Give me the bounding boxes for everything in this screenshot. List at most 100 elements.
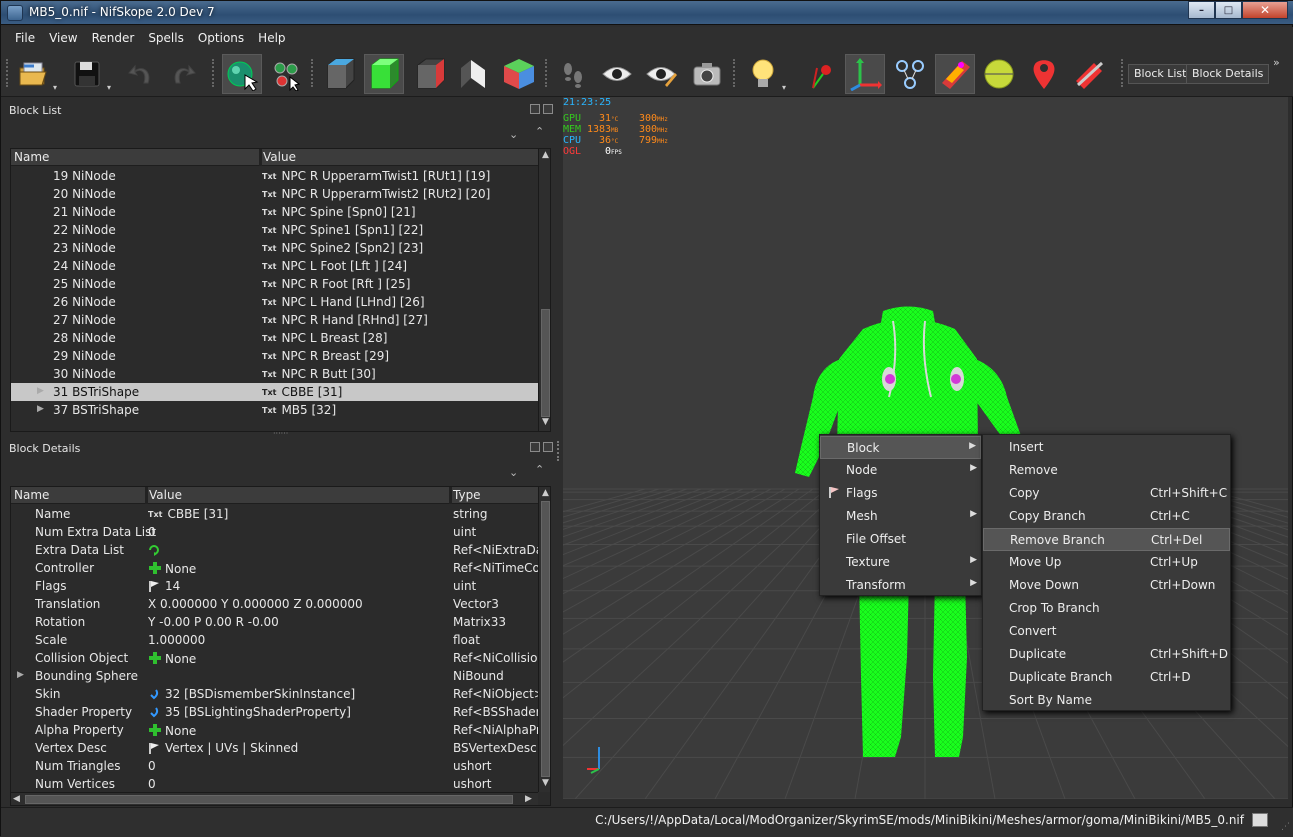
column-value[interactable]: Value: [260, 150, 296, 164]
minimize-button[interactable]: –: [1188, 1, 1215, 19]
menu-help[interactable]: Help: [251, 27, 292, 49]
menu-render[interactable]: Render: [85, 27, 142, 49]
menu-item-flags[interactable]: Flags: [820, 482, 981, 505]
cube-green-icon[interactable]: [364, 54, 404, 94]
footprints-icon[interactable]: [553, 54, 593, 94]
camera-icon[interactable]: [687, 54, 727, 94]
detail-row[interactable]: ▶ Bounding Sphere NiBound: [11, 667, 538, 685]
block-list-row[interactable]: 26 NiNode Txt NPC L Hand [LHnd] [26]: [11, 293, 538, 311]
scroll-down-icon[interactable]: ▼: [540, 778, 550, 788]
menu-item-duplicate-branch[interactable]: Duplicate Branch Ctrl+D: [983, 666, 1230, 689]
menu-item-block[interactable]: Block ▶: [820, 436, 981, 459]
field-value[interactable]: [148, 543, 165, 557]
menu-view[interactable]: View: [42, 27, 84, 49]
cube-red-icon[interactable]: [410, 54, 450, 94]
collapse-up-icon[interactable]: ⌃: [535, 125, 544, 138]
block-list-row[interactable]: 22 NiNode Txt NPC Spine1 [Spn1] [22]: [11, 221, 538, 239]
vertex-color-icon[interactable]: [935, 54, 975, 94]
menu-item-node[interactable]: Node ▶: [820, 459, 981, 482]
field-value[interactable]: 35 [BSLightingShaderProperty]: [148, 705, 351, 719]
scroll-down-icon[interactable]: ▼: [540, 417, 550, 427]
menu-item-crop-to-branch[interactable]: Crop To Branch: [983, 597, 1230, 620]
node-graph-icon[interactable]: [890, 54, 930, 94]
splitter-handle[interactable]: [557, 441, 559, 461]
detail-row[interactable]: Num Extra Data List 0 uint: [11, 523, 538, 541]
scroll-thumb[interactable]: [541, 501, 550, 777]
detail-row[interactable]: Name Txt CBBE [31] string: [11, 505, 538, 523]
menu-item-convert[interactable]: Convert: [983, 620, 1230, 643]
menu-item-file-offset[interactable]: File Offset: [820, 528, 981, 551]
menu-file[interactable]: File: [1, 27, 42, 49]
menu-item-insert[interactable]: Insert: [983, 436, 1230, 459]
field-value[interactable]: 0: [148, 759, 156, 773]
menu-spells[interactable]: Spells: [141, 27, 191, 49]
menu-item-transform[interactable]: Transform ▶: [820, 574, 981, 597]
menu-item-mesh[interactable]: Mesh ▶: [820, 505, 981, 528]
light-dropdown-icon[interactable]: ▾: [782, 83, 786, 92]
maximize-button[interactable]: □: [1215, 1, 1242, 19]
collapse-up-icon[interactable]: ⌃: [535, 463, 544, 476]
wedge-icon[interactable]: [453, 54, 493, 94]
expand-arrow-icon[interactable]: ▶: [37, 386, 44, 396]
detail-row[interactable]: Skin 32 [BSDismemberSkinInstance] Ref<NiOb…: [11, 685, 544, 703]
block-list-row[interactable]: 19 NiNode Txt NPC R UpperarmTwist1 [RUt1] …: [11, 167, 538, 185]
block-list-row[interactable]: 23 NiNode Txt NPC Spine2 [Spn2] [23]: [11, 239, 538, 257]
menu-item-remove[interactable]: Remove: [983, 459, 1230, 482]
menu-item-duplicate[interactable]: Duplicate Ctrl+Shift+D: [983, 643, 1230, 666]
menu-item-move-down[interactable]: Move Down Ctrl+Down: [983, 574, 1230, 597]
block-list-row[interactable]: 20 NiNode Txt NPC R UpperarmTwist2 [RUt2] …: [11, 185, 538, 203]
block-list-row[interactable]: 29 NiNode Txt NPC R Breast [29]: [11, 347, 538, 365]
hscroll-thumb[interactable]: [25, 795, 513, 804]
scroll-left-icon[interactable]: ◀: [13, 794, 20, 804]
menu-item-remove-branch[interactable]: Remove Branch Ctrl+Del: [983, 528, 1230, 551]
open-dropdown-icon[interactable]: ▾: [53, 83, 57, 92]
sky-dome-icon[interactable]: [979, 54, 1019, 94]
detail-row[interactable]: Alpha Property None Ref<NiAlphaPr...: [11, 721, 550, 739]
select-object-icon[interactable]: [222, 54, 262, 94]
block-list-row[interactable]: 24 NiNode Txt NPC L Foot [Lft ] [24]: [11, 257, 538, 275]
menu-item-copy-branch[interactable]: Copy Branch Ctrl+C: [983, 505, 1230, 528]
detail-row[interactable]: Num Vertices 0 ushort: [11, 775, 538, 793]
collapse-down-icon[interactable]: ⌄: [509, 466, 518, 479]
eye-pencil-icon[interactable]: [641, 54, 681, 94]
menu-item-sort-by-name[interactable]: Sort By Name: [983, 689, 1230, 712]
transform-axes-icon[interactable]: [845, 54, 885, 94]
cube-blue-icon[interactable]: [320, 54, 360, 94]
detail-row[interactable]: Extra Data List Ref<NiExtraData: [11, 541, 550, 559]
detail-row[interactable]: Collision Object None Ref<NiCollision: [11, 649, 545, 667]
block-list-row[interactable]: 27 NiNode Txt NPC R Hand [RHnd] [27]: [11, 311, 538, 329]
eye-icon[interactable]: [597, 54, 637, 94]
detail-row[interactable]: Flags 14 uint: [11, 577, 538, 595]
pin-axis-icon[interactable]: [803, 54, 843, 94]
float-panel-icon[interactable]: [530, 104, 540, 114]
detail-row[interactable]: Shader Property 35 [BSLightingShaderPrope…: [11, 703, 550, 721]
menu-item-texture[interactable]: Texture ▶: [820, 551, 981, 574]
field-value[interactable]: None: [148, 723, 196, 738]
scroll-right-icon[interactable]: ▶: [525, 794, 532, 804]
block-list-row[interactable]: 28 NiNode Txt NPC L Breast [28]: [11, 329, 538, 347]
block-list-row[interactable]: 21 NiNode Txt NPC Spine [Spn0] [21]: [11, 203, 538, 221]
location-pin-icon[interactable]: [1024, 54, 1064, 94]
block-details-scrollbar[interactable]: ▲ ▼: [538, 487, 550, 792]
save-dropdown-icon[interactable]: ▾: [107, 83, 111, 92]
detail-row[interactable]: Rotation Y -0.00 P 0.00 R -0.00 Matrix33: [11, 613, 538, 631]
block-list-row[interactable]: ▶ 37 BSTriShape Txt MB5 [32]: [11, 401, 538, 419]
light-bulb-icon[interactable]: [743, 54, 783, 94]
column-name[interactable]: Name: [11, 150, 49, 164]
scroll-thumb[interactable]: [541, 309, 550, 417]
field-value[interactable]: None: [148, 561, 196, 576]
close-panel-icon[interactable]: [543, 104, 553, 114]
field-value[interactable]: None: [148, 651, 196, 666]
block-details-toggle[interactable]: Block Details: [1186, 64, 1270, 84]
detail-row[interactable]: Translation X 0.000000 Y 0.000000 Z 0.000…: [11, 595, 538, 613]
field-value[interactable]: 0: [148, 525, 156, 539]
block-list-scrollbar[interactable]: ▲ ▼: [538, 149, 550, 431]
field-value[interactable]: 0: [148, 777, 156, 791]
float-panel-icon[interactable]: [530, 442, 540, 452]
field-value[interactable]: 14: [148, 579, 180, 593]
detail-row[interactable]: Vertex Desc Vertex | UVs | Skinned BSVerte…: [11, 739, 538, 757]
menu-item-move-up[interactable]: Move Up Ctrl+Up: [983, 551, 1230, 574]
open-file-icon[interactable]: [13, 54, 53, 94]
field-value[interactable]: Txt CBBE [31]: [148, 507, 228, 521]
menu-item-copy[interactable]: Copy Ctrl+Shift+C: [983, 482, 1230, 505]
